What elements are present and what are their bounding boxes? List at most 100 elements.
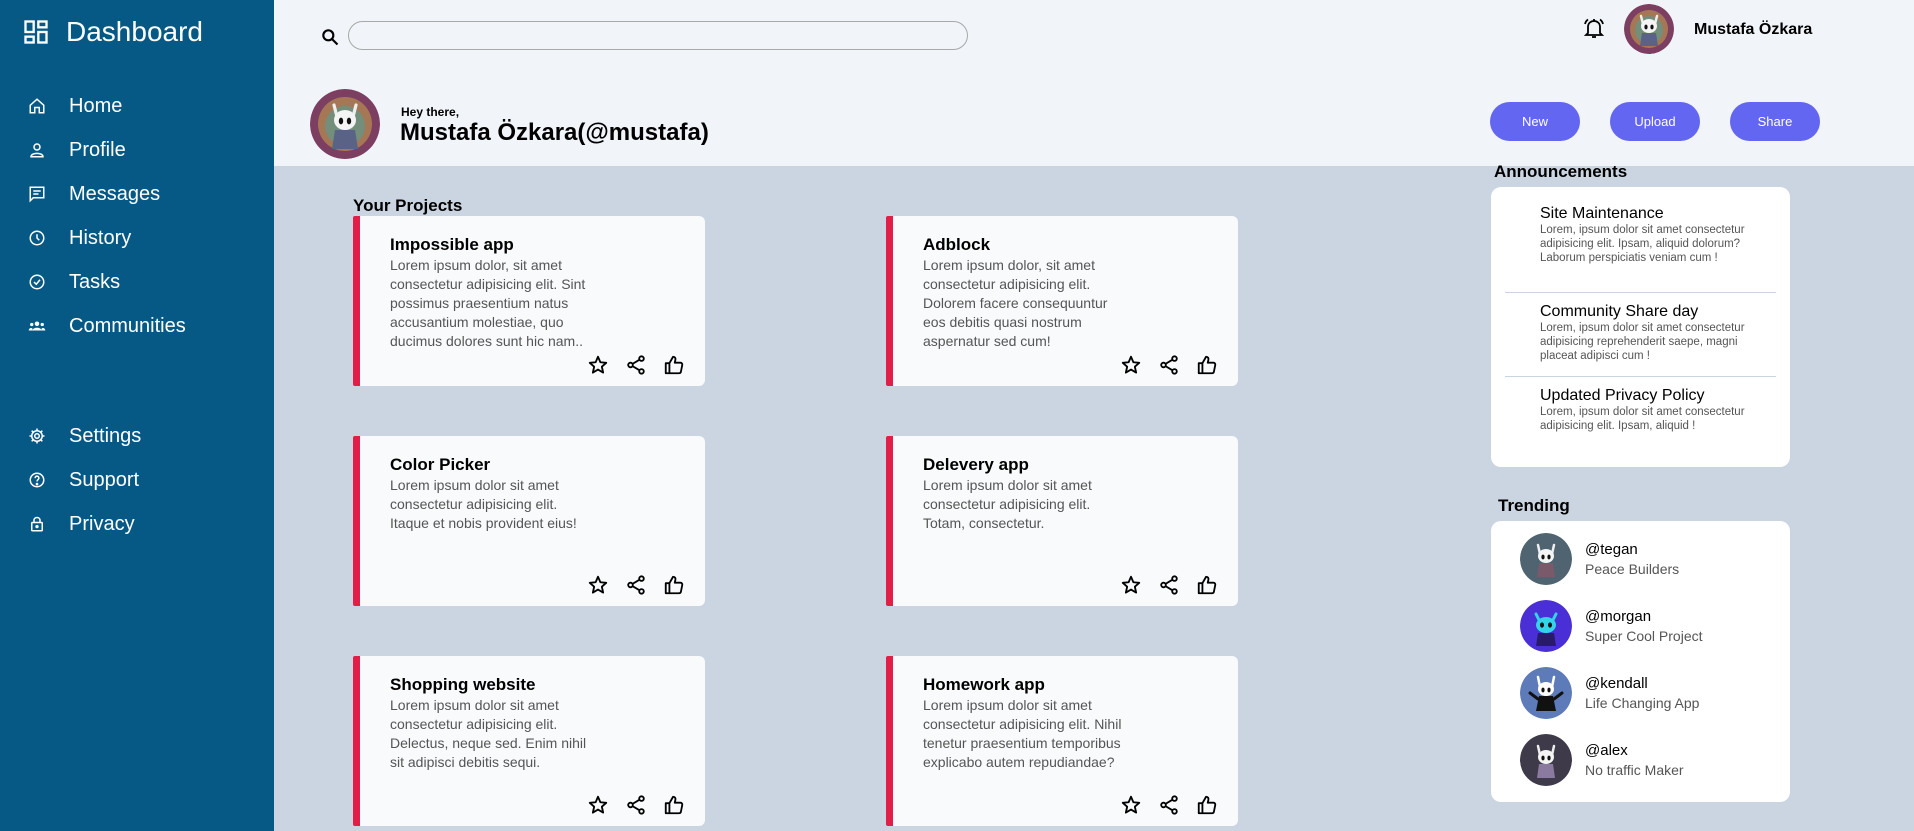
divider (1505, 292, 1776, 293)
profile-icon (30, 143, 44, 158)
announcement-item[interactable]: Site Maintenance Lorem, ipsum dolor sit … (1540, 205, 1755, 265)
trending-item[interactable]: @alex No traffic Maker (1520, 734, 1684, 786)
star-icon[interactable] (1112, 792, 1150, 818)
header-user-name[interactable]: Mustafa Özkara (1694, 21, 1812, 39)
share-icon[interactable] (1150, 572, 1188, 598)
project-card[interactable]: Adblock Lorem ipsum dolor, sit amet cons… (886, 216, 1238, 386)
card-actions (579, 352, 693, 378)
star-icon[interactable] (1112, 352, 1150, 378)
knight-avatar-icon (1520, 600, 1572, 652)
lock-icon (31, 516, 43, 532)
sidebar-item-history[interactable]: History (0, 216, 274, 260)
project-title: Shopping website (390, 675, 536, 694)
divider (1505, 376, 1776, 377)
avatar[interactable] (1624, 4, 1674, 54)
trending-item[interactable]: @tegan Peace Builders (1520, 533, 1679, 585)
knight-avatar-icon (1520, 734, 1572, 786)
thumbs-up-icon[interactable] (1188, 352, 1226, 378)
help-icon (29, 472, 45, 488)
greeting: Hey there, (401, 105, 460, 119)
announcement-description: Lorem, ipsum dolor sit amet consectetur … (1540, 406, 1745, 432)
sidebar-item-home[interactable]: Home (0, 84, 274, 128)
profile-avatar[interactable] (310, 89, 380, 159)
star-icon[interactable] (579, 352, 617, 378)
brand[interactable]: Dashboard (22, 16, 203, 48)
announcement-item[interactable]: Community Share day Lorem, ipsum dolor s… (1540, 303, 1755, 363)
upload-button[interactable]: Upload (1610, 102, 1700, 141)
announcements-title: Announcements (1494, 162, 1628, 181)
knight-avatar-icon (1520, 533, 1572, 585)
project-description: Lorem ipsum dolor sit amet consectetur a… (390, 477, 577, 531)
project-card[interactable]: Color Picker Lorem ipsum dolor sit amet … (353, 436, 705, 606)
card-actions (1112, 792, 1226, 818)
announcement-description: Lorem, ipsum dolor sit amet consectetur … (1540, 322, 1745, 362)
trending-handle: @morgan (1585, 608, 1652, 625)
trending-item[interactable]: @kendall Life Changing App (1520, 667, 1699, 719)
avatar (1520, 667, 1572, 719)
sidebar-item-privacy[interactable]: Privacy (0, 502, 274, 546)
trending-project: Peace Builders (1585, 561, 1680, 577)
trending-project: Super Cool Project (1585, 628, 1703, 644)
sidebar-item-profile[interactable]: Profile (0, 128, 274, 172)
page-title: Mustafa Özkara(@mustafa) (400, 119, 709, 146)
project-description: Lorem ipsum dolor sit amet consectetur a… (923, 477, 1092, 531)
thumbs-up-icon[interactable] (1188, 792, 1226, 818)
avatar (1520, 734, 1572, 786)
home-icon (29, 98, 45, 114)
star-icon[interactable] (579, 572, 617, 598)
knight-avatar-icon (310, 89, 380, 159)
history-icon (29, 230, 45, 246)
announcement-title: Community Share day (1540, 303, 1699, 320)
trending-project: No traffic Maker (1585, 762, 1684, 778)
sidebar-item-messages[interactable]: Messages (0, 172, 274, 216)
card-actions (579, 792, 693, 818)
sidebar-item-communities[interactable]: Communities (0, 304, 274, 348)
project-card[interactable]: Delevery app Lorem ipsum dolor sit amet … (886, 436, 1238, 606)
sidebar-item-settings[interactable]: Settings (0, 414, 274, 458)
knight-avatar-icon (1520, 667, 1572, 719)
share-icon[interactable] (1150, 792, 1188, 818)
avatar (1520, 600, 1572, 652)
thumbs-up-icon[interactable] (655, 572, 693, 598)
announcement-title: Updated Privacy Policy (1540, 387, 1705, 404)
announcements-panel: Site Maintenance Lorem, ipsum dolor sit … (1491, 187, 1790, 467)
share-icon[interactable] (617, 572, 655, 598)
search-icon[interactable] (320, 27, 340, 47)
trending-item[interactable]: @morgan Super Cool Project (1520, 600, 1703, 652)
primary-nav: Home Profile Messages History Tasks Comm… (0, 84, 274, 348)
gear-icon (29, 428, 45, 444)
announcement-description: Lorem, ipsum dolor sit amet consectetur … (1540, 224, 1745, 264)
share-button[interactable]: Share (1730, 102, 1820, 141)
sidebar-item-tasks[interactable]: Tasks (0, 260, 274, 304)
share-icon[interactable] (617, 352, 655, 378)
thumbs-up-icon[interactable] (1188, 572, 1226, 598)
share-icon[interactable] (1150, 352, 1188, 378)
project-card[interactable]: Shopping website Lorem ipsum dolor sit a… (353, 656, 705, 826)
project-description: Lorem ipsum dolor, sit amet consectetur … (923, 257, 1108, 349)
project-title: Homework app (923, 675, 1045, 694)
project-card[interactable]: Impossible app Lorem ipsum dolor, sit am… (353, 216, 705, 386)
trending-panel: @tegan Peace Builders @morgan Super Cool… (1491, 521, 1790, 802)
communities-icon (28, 321, 46, 331)
card-actions (579, 572, 693, 598)
tasks-icon (29, 274, 45, 290)
trending-handle: @alex (1585, 742, 1628, 759)
new-button[interactable]: New (1490, 102, 1580, 141)
thumbs-up-icon[interactable] (655, 792, 693, 818)
notification-bell-icon[interactable] (1582, 16, 1606, 40)
star-icon[interactable] (1112, 572, 1150, 598)
announcement-title: Site Maintenance (1540, 205, 1664, 222)
search-input[interactable] (348, 21, 968, 50)
announcement-item[interactable]: Updated Privacy Policy Lorem, ipsum dolo… (1540, 387, 1755, 433)
thumbs-up-icon[interactable] (655, 352, 693, 378)
project-card[interactable]: Homework app Lorem ipsum dolor sit amet … (886, 656, 1238, 826)
avatar (1520, 533, 1572, 585)
messages-icon (29, 186, 45, 203)
sidebar-item-label: Home (69, 94, 123, 117)
share-icon[interactable] (617, 792, 655, 818)
star-icon[interactable] (579, 792, 617, 818)
secondary-nav: Settings Support Privacy (0, 414, 274, 546)
sidebar-item-label: Settings (69, 424, 142, 447)
trending-project: Life Changing App (1585, 695, 1700, 711)
sidebar-item-support[interactable]: Support (0, 458, 274, 502)
